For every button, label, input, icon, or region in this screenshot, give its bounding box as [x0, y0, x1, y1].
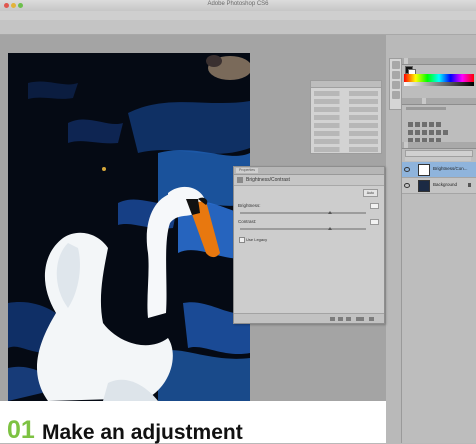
- right-panel-dock: Brightness/Con... Background: [401, 58, 476, 443]
- contrast-slider[interactable]: [240, 228, 366, 230]
- tutorial-caption: 01 Make an adjustment: [0, 401, 386, 444]
- properties-panel: Properties Brightness/Contrast Auto Brig…: [233, 166, 385, 324]
- properties-panel-header[interactable]: Properties: [234, 167, 384, 175]
- move-tool-icon[interactable]: [392, 61, 400, 69]
- reset-icon[interactable]: [346, 317, 351, 321]
- adjustments-panel-header[interactable]: [402, 98, 476, 105]
- use-legacy-label: Use Legacy: [246, 237, 268, 242]
- trash-icon[interactable]: [369, 317, 374, 321]
- layers-tool-icon[interactable]: [392, 91, 400, 99]
- window-title: Adobe Photoshop CS6: [207, 1, 269, 7]
- adjustment-icons-row-3[interactable]: [408, 130, 458, 143]
- layer-name: Brightness/Con...: [433, 166, 468, 171]
- lock-icon: [468, 183, 471, 187]
- adjustment-title: Brightness/Contrast: [246, 177, 290, 183]
- contrast-value[interactable]: 0: [370, 219, 379, 225]
- tab-color[interactable]: [404, 58, 408, 64]
- auto-button[interactable]: Auto: [362, 189, 378, 197]
- adjustment-icons-row-1[interactable]: [408, 114, 458, 127]
- contrast-slider-handle[interactable]: [328, 227, 332, 230]
- options-bar: [0, 20, 476, 35]
- layer-mask-thumbnail: [418, 164, 430, 176]
- visibility-eye-icon[interactable]: [404, 167, 410, 172]
- adjustment-icons-row-2[interactable]: [408, 122, 458, 135]
- clip-icon[interactable]: [330, 317, 335, 321]
- layers-panel-header[interactable]: [402, 142, 476, 149]
- visibility-eye-icon[interactable]: [404, 183, 410, 188]
- adjustment-header: Brightness/Contrast: [234, 175, 384, 186]
- color-panel-header[interactable]: [402, 58, 476, 65]
- layers-list: Brightness/Con... Background: [402, 162, 476, 212]
- type-tool-icon[interactable]: [392, 71, 400, 79]
- layer-thumbnail: [418, 180, 430, 192]
- color-ramp[interactable]: [404, 74, 474, 86]
- layer-filter-bar[interactable]: [405, 150, 473, 157]
- view-previous-icon[interactable]: [338, 317, 343, 321]
- brightness-value[interactable]: 0: [370, 203, 379, 209]
- step-heading: Make an adjustment: [42, 421, 243, 444]
- contrast-label: Contrast:: [238, 219, 257, 224]
- visibility-icon[interactable]: [356, 317, 364, 321]
- tab-properties[interactable]: Properties: [236, 168, 258, 173]
- properties-footer: [234, 313, 384, 323]
- brightness-slider[interactable]: [240, 212, 366, 214]
- photo-art: [8, 53, 250, 401]
- layer-name: Background: [433, 182, 458, 187]
- tab-adjustments[interactable]: [422, 98, 426, 104]
- step-number: 01: [7, 416, 35, 444]
- brightness-label: Brightness:: [238, 203, 261, 208]
- layer-lock-bar: [405, 157, 471, 161]
- character-panel-header[interactable]: [311, 81, 381, 88]
- character-panel: [310, 80, 382, 154]
- tab-layers[interactable]: [404, 142, 408, 148]
- paragraph-tool-icon[interactable]: [392, 81, 400, 89]
- layer-row[interactable]: Background: [402, 178, 476, 194]
- brightness-slider-handle[interactable]: [328, 211, 332, 214]
- brightness-contrast-icon: [237, 177, 243, 183]
- layer-row[interactable]: Brightness/Con...: [402, 162, 476, 178]
- swan-photo: [8, 53, 250, 401]
- use-legacy-checkbox[interactable]: [239, 237, 245, 243]
